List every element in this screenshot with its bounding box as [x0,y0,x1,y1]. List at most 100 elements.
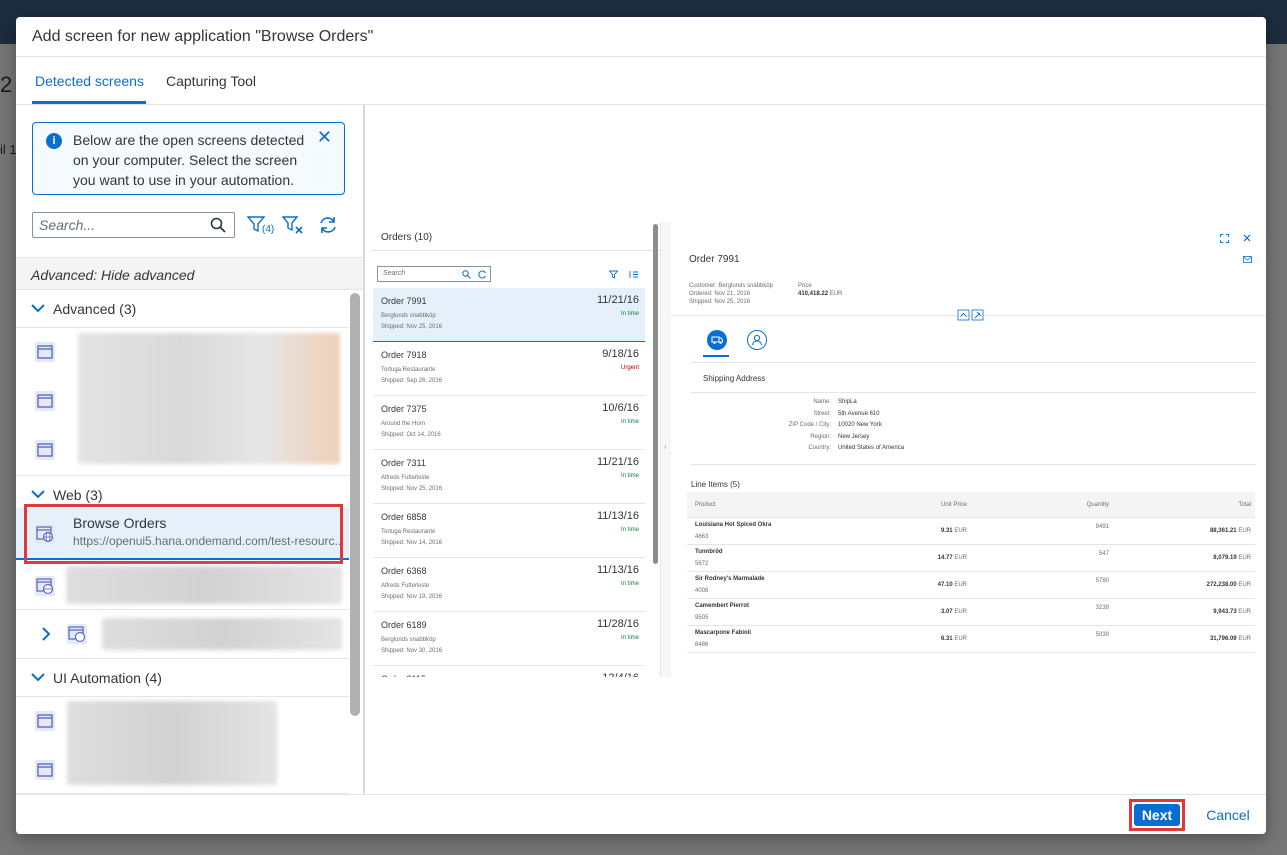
group-advanced[interactable]: Advanced (3) [16,291,349,328]
price-value: 410,418.22 [798,291,829,297]
search-input[interactable] [39,216,199,234]
preview-order-item: Order 6189 11/28/16 Berglunds snabbköp Ship… [373,612,645,666]
search-icon [462,270,471,279]
tab-capturing-tool[interactable]: Capturing Tool [166,73,256,89]
chevron-down-icon[interactable] [30,486,46,502]
column-header: Quantity [1086,502,1109,508]
cancel-button[interactable]: Cancel [1198,804,1258,826]
order-shipped: Shipped: Sep 26, 2016 [381,378,443,384]
preview-order-item: Order 7375 10/6/16 Around the Horn Shipped:… [373,396,645,450]
screen-tree: Advanced (3) Web (3) Browse Orders https… [16,291,349,794]
ui-automation-screen-rows[interactable] [16,697,349,794]
group-ui-automation[interactable]: UI Automation (4) [16,660,349,697]
info-message-text: Below are the open screens detected on y… [73,132,305,188]
next-button[interactable]: Next [1134,804,1180,826]
address-row: Street: 5th Avenue 610 [731,409,904,421]
quantity: 3239 [1095,605,1109,611]
address-label: Street: [813,410,831,417]
currency: EUR [954,582,967,588]
table-body: Louisiana Hot Spiced Okra 4663 9.31 EUR 949… [687,518,1255,653]
order-date: 11/13/16 [596,510,639,522]
order-shipped: Shipped: Nov 14, 2016 [381,540,443,546]
address-row: ZIP Code / City: 10020 New York [731,420,904,432]
chevron-down-icon[interactable] [30,669,46,685]
currency: EUR [954,636,967,642]
chevron-right-icon[interactable] [40,627,52,641]
table-row: Tunnbröd 5672 14.77 EUR 547 8,079.19 EUR [687,545,1255,572]
table-row: Louisiana Hot Spiced Okra 4663 9.31 EUR 949… [687,518,1255,545]
address-label: Country: [808,445,831,451]
divider [691,464,1256,465]
selection-highlight-box [24,504,343,564]
total: 272,238.00 [1206,582,1237,588]
address-value: 10020 New York [838,422,882,428]
column-header: Unit Price [940,502,967,508]
advanced-toggle-label[interactable]: Advanced: Hide advanced [31,267,194,283]
order-customer: Alfreds Futterkiste [381,583,430,589]
preview-order-list: Order 7991 11/21/16 Berglunds snabbköp Ship… [371,288,647,677]
add-screen-dialog: Add screen for new application "Browse O… [16,17,1266,834]
meta-line: Shipped: Nov 25, 2016 [689,299,751,305]
address-label: ZIP Code / City: [788,422,831,428]
window-icon [35,342,55,362]
clear-filter-button[interactable] [280,212,306,238]
screen-preview-panel: Orders (10) Search Order 7991 11/21/16 Ber… [365,105,1266,794]
order-customer: Around the Horn [381,421,426,427]
advanced-toggle-bar[interactable]: Advanced: Hide advanced [16,257,363,290]
product-name: Camembert Pierrot [695,603,750,609]
chevron-down-icon[interactable] [30,300,46,316]
shipping-address-form: Name: ShipLa Street: 5th Avenue 610 ZIP Code… [731,397,904,455]
order-shipped: Shipped: Nov 25, 2016 [381,324,443,330]
blurred-screen-title [66,566,342,604]
table-row: Sir Rodney's Marmalade 4008 47.10 EUR 5780 2… [687,572,1255,599]
refresh-button[interactable] [315,212,341,238]
preview-order-title: Order 7991 [689,254,740,265]
preview-scrollbar [653,224,658,564]
order-date: 11/21/16 [596,294,639,306]
order-status: In time [620,419,639,425]
unit-price: 14.77 [937,555,953,561]
product-id: 4663 [695,534,709,540]
list-scrollbar[interactable] [350,293,360,716]
meta-line: Ordered: Nov 21, 2016 [689,291,751,297]
product-name: Tunnbröd [695,549,723,555]
order-date: 9/18/16 [602,348,639,360]
order-status: In time [620,527,639,533]
total: 31,796.09 [1209,636,1237,642]
advanced-screen-rows[interactable] [16,328,349,476]
filter-button[interactable]: (4) [245,212,274,238]
window-icon [35,711,55,731]
web-screen-row[interactable] [16,562,349,610]
price-currency: EUR [829,291,843,297]
preview-order-meta: Customer: Berglunds snabbköp Ordered: No… [689,282,773,306]
search-field[interactable] [32,212,235,238]
address-row: Name: ShipLa [731,397,904,409]
quantity: 5780 [1095,578,1109,584]
line-items-title: Line Items (5) [691,480,740,489]
background-text: il 1 [0,142,17,157]
address-value: United States of America [838,445,905,451]
filter-icon [609,270,618,279]
order-shipped: Shipped: Nov 19, 2016 [381,594,443,600]
total: 9,943.73 [1213,609,1237,615]
background-text: 2 [0,72,13,97]
preview-splitter-arrow: › [664,444,667,451]
web-screen-row-expandable[interactable] [16,610,349,659]
preview-order-item: Order 7918 9/18/16 Tortuga Restaurante Ship… [373,342,645,396]
order-date: 12/4/16 [602,672,639,677]
tab-bar: Detected screens Capturing Tool [16,57,1266,105]
quantity: 5039 [1095,632,1109,638]
close-icon [1243,234,1251,242]
order-shipped: Shipped: Oct 14, 2016 [381,432,441,438]
currency: EUR [954,609,967,615]
order-id: Order 7311 [381,458,426,468]
order-id: Order 6858 [381,512,427,522]
web-page-icon [67,624,87,644]
shipping-address-title: Shipping Address [703,374,766,383]
quantity: 9491 [1095,524,1109,530]
search-icon[interactable] [210,216,226,234]
collapse-pin-icons [957,309,984,321]
tab-detected-screens[interactable]: Detected screens [35,73,144,89]
preview-order-item: Order 3115 12/4/16 [373,666,645,677]
close-icon[interactable]: ✕ [317,127,332,148]
